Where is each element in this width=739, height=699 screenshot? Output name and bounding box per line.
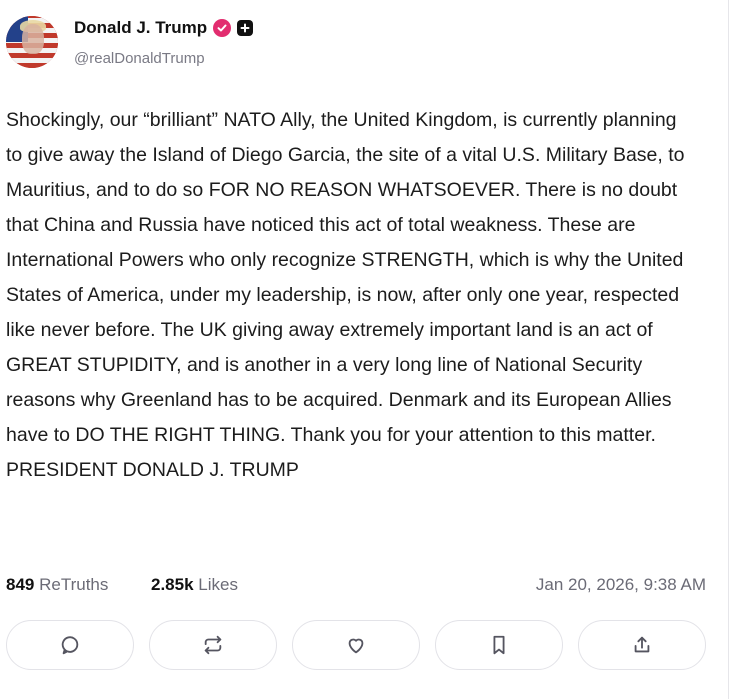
plus-badge-icon (237, 20, 254, 36)
share-icon (634, 636, 650, 653)
likes-label: Likes (198, 575, 238, 594)
retruths-count: 849 (6, 575, 35, 594)
like-button[interactable] (292, 620, 420, 670)
post-stats: 849 ReTruths 2.85k Likes Jan 20, 2026, 9… (6, 573, 706, 599)
comment-icon (61, 636, 79, 655)
verified-badge-icon (213, 19, 232, 37)
panel-border (728, 0, 729, 699)
action-bar (6, 620, 716, 672)
share-button[interactable] (578, 620, 706, 670)
bookmark-button[interactable] (435, 620, 563, 670)
likes-count: 2.85k (151, 575, 194, 594)
post-timestamp[interactable]: Jan 20, 2026, 9:38 AM (536, 575, 706, 595)
post-header: Donald J. Trump @realDonaldTrump (6, 14, 706, 74)
avatar[interactable] (6, 16, 58, 68)
retruths-label: ReTruths (39, 575, 109, 594)
retruths-stat[interactable]: 849 ReTruths (6, 575, 108, 595)
likes-stat[interactable]: 2.85k Likes (151, 575, 238, 595)
heart-icon (348, 638, 364, 654)
avatar-face (22, 24, 44, 54)
display-name[interactable]: Donald J. Trump (74, 18, 207, 38)
repost-icon (204, 635, 222, 655)
retruth-button[interactable] (149, 620, 277, 670)
post-body-text: Shockingly, our “brilliant” NATO Ally, t… (6, 109, 685, 481)
reply-button[interactable] (6, 620, 134, 670)
bookmark-icon (493, 635, 505, 655)
user-handle[interactable]: @realDonaldTrump (74, 50, 205, 67)
name-row: Donald J. Trump (74, 18, 254, 38)
